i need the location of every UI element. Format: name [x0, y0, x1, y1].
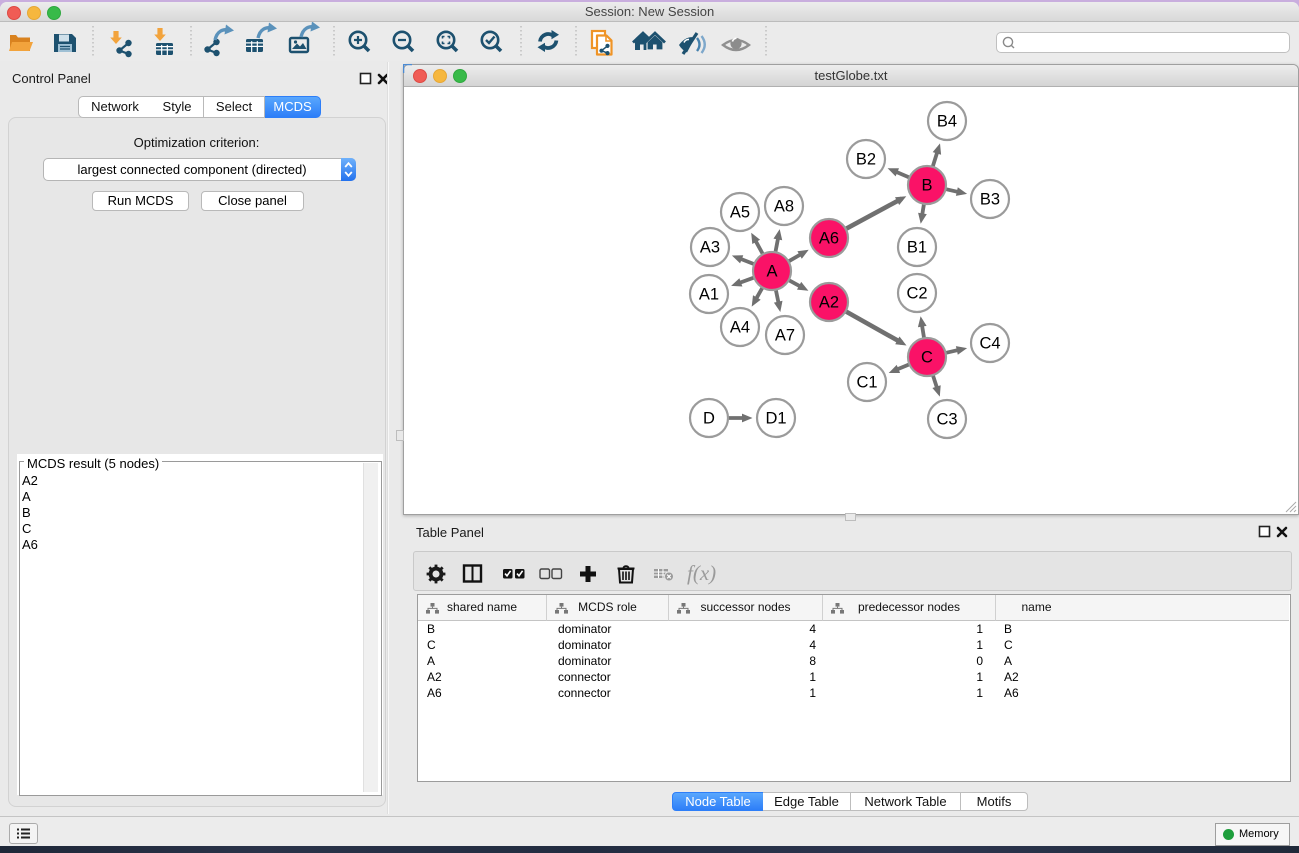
svg-text:C1: C1	[856, 374, 877, 392]
svg-text:B: B	[921, 177, 932, 195]
svg-text:C3: C3	[936, 411, 957, 429]
svg-text:C4: C4	[979, 335, 1000, 353]
svg-text:A1: A1	[699, 286, 719, 304]
svg-text:B1: B1	[907, 239, 927, 257]
svg-text:C2: C2	[906, 285, 927, 303]
svg-text:A: A	[766, 263, 777, 281]
svg-text:D: D	[703, 410, 715, 428]
svg-text:B3: B3	[980, 191, 1000, 209]
svg-text:A2: A2	[819, 294, 839, 312]
svg-text:B2: B2	[856, 151, 876, 169]
svg-text:A3: A3	[700, 239, 720, 257]
svg-text:A7: A7	[775, 327, 795, 345]
svg-text:D1: D1	[765, 410, 786, 428]
svg-text:A6: A6	[819, 230, 839, 248]
svg-text:A4: A4	[730, 319, 750, 337]
svg-text:A5: A5	[730, 204, 750, 222]
svg-text:C: C	[921, 349, 933, 367]
svg-text:B4: B4	[937, 113, 957, 131]
svg-text:A8: A8	[774, 198, 794, 216]
